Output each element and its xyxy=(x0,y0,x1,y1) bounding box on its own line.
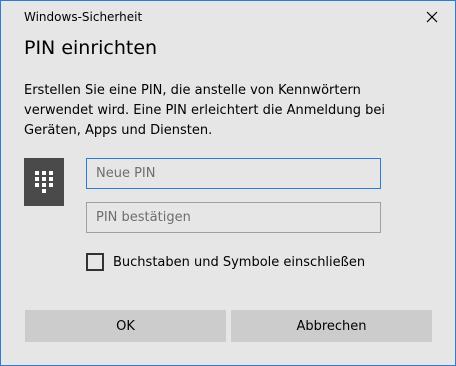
pin-tile xyxy=(24,158,64,206)
window-title: Windows-Sicherheit xyxy=(24,10,143,24)
ok-button[interactable]: OK xyxy=(25,310,226,342)
confirm-pin-input[interactable] xyxy=(86,202,381,233)
new-pin-input[interactable] xyxy=(86,158,381,189)
cancel-button[interactable]: Abbrechen xyxy=(231,310,432,342)
security-dialog: Windows-Sicherheit PIN einrichten Erstel… xyxy=(0,0,456,366)
include-symbols-checkbox[interactable] xyxy=(86,253,104,271)
keypad-icon xyxy=(35,171,53,193)
include-symbols-label: Buchstaben und Symbole einschließen xyxy=(113,254,366,270)
close-icon xyxy=(426,11,438,23)
close-button[interactable] xyxy=(409,1,455,33)
dialog-description: Erstellen Sie eine PIN, die anstelle von… xyxy=(24,83,385,138)
include-symbols-option[interactable]: Buchstaben und Symbole einschließen xyxy=(86,251,365,273)
dialog-heading: PIN einrichten xyxy=(24,37,158,59)
title-bar: Windows-Sicherheit xyxy=(1,1,455,33)
